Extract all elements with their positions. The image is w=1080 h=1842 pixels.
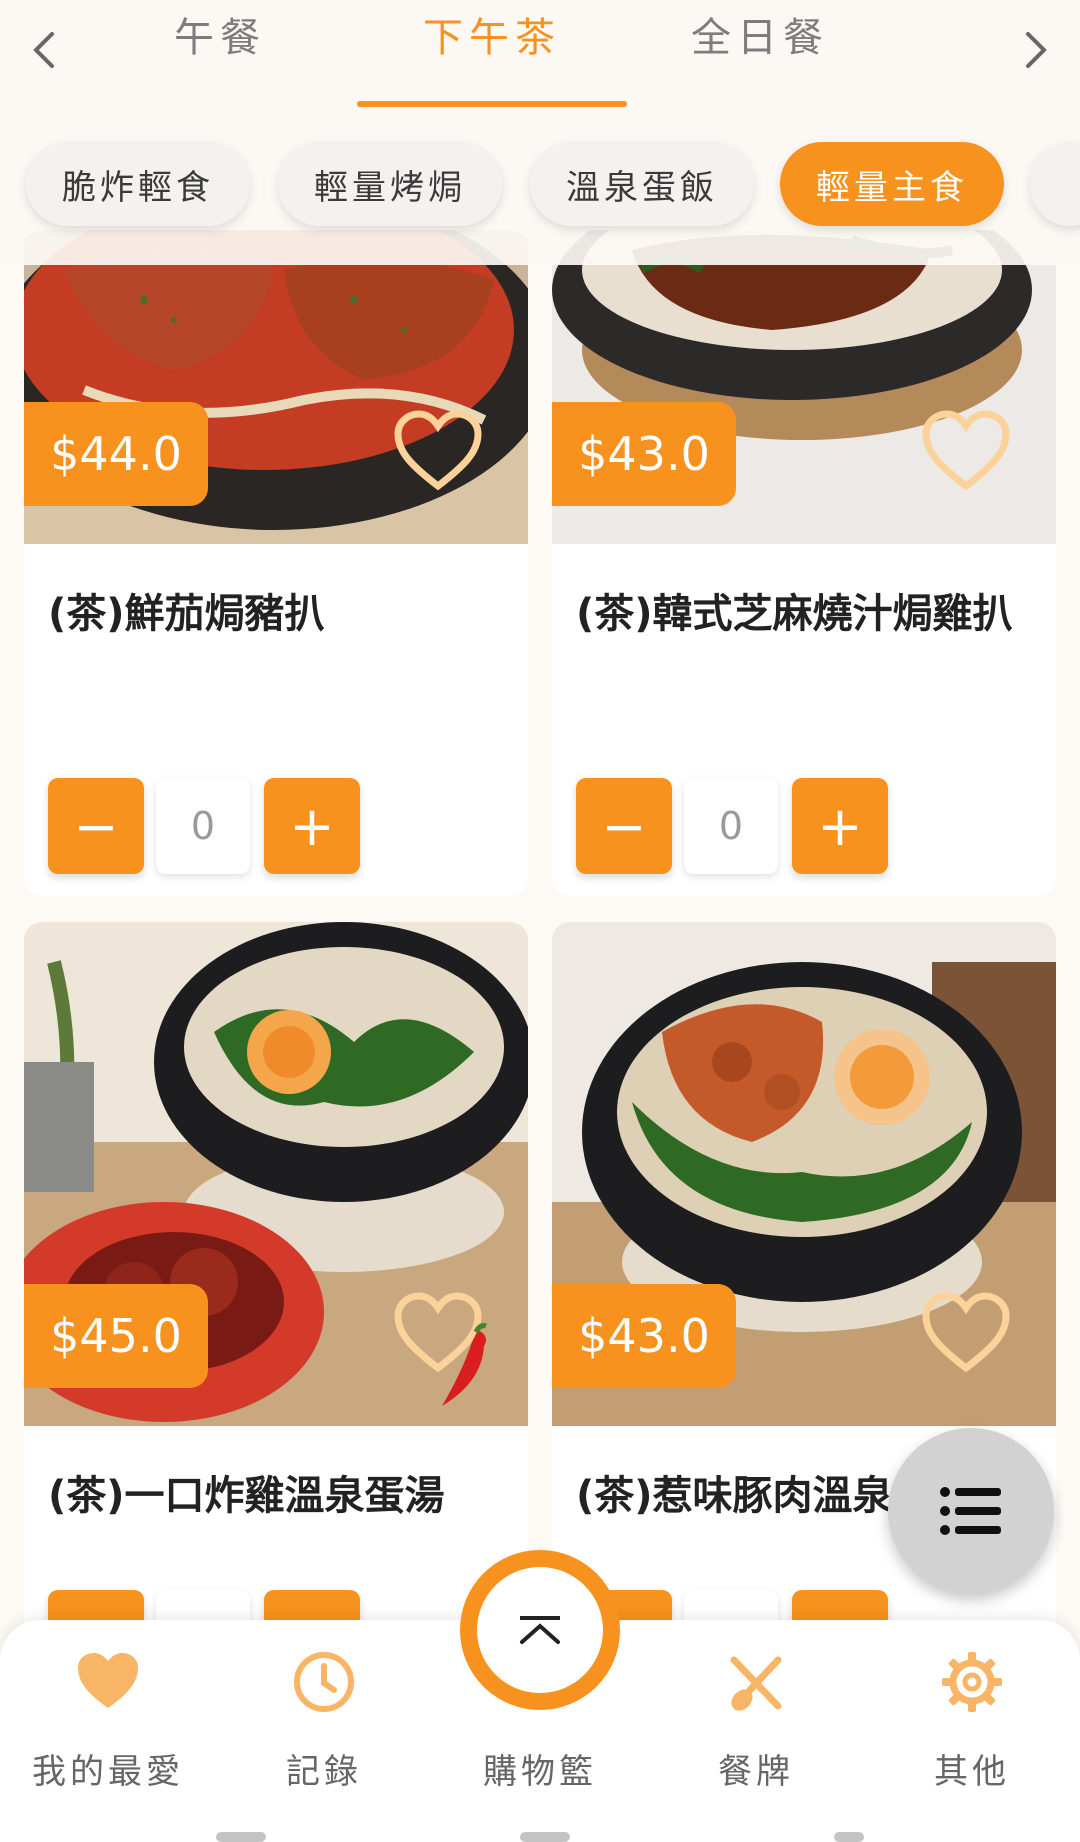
chevron-right-icon[interactable] xyxy=(1016,20,1056,80)
tab-afternoon-tea[interactable]: 下午茶 xyxy=(412,4,572,64)
chevron-left-icon[interactable] xyxy=(24,20,64,80)
menu-item-card[interactable]: $45.0 (茶)一口炸雞溫泉蛋湯 − 0 + xyxy=(24,922,528,1642)
cart-button-inner[interactable] xyxy=(477,1567,603,1693)
chili-icon xyxy=(442,1323,487,1406)
heart-icon xyxy=(78,1653,138,1708)
heart-icon[interactable] xyxy=(392,408,484,492)
price-tag: $43.0 xyxy=(552,1284,736,1388)
nav-label: 購物籃 xyxy=(483,1752,597,1792)
nav-other[interactable]: 其他 xyxy=(882,1650,1062,1800)
menu-item-card[interactable]: $43.0 (茶)韓式芝麻燒汁焗雞扒 − 0 + xyxy=(552,230,1056,896)
nav-label: 餐牌 xyxy=(718,1752,794,1792)
meal-period-tabs: 午餐 下午茶 全日餐 xyxy=(0,0,1080,110)
chip-light-mains[interactable]: 輕量主食 xyxy=(780,142,1004,226)
heart-icon[interactable] xyxy=(920,408,1012,492)
category-chips: 脆炸輕食 輕量烤焗 溫泉蛋飯 輕量主食 xyxy=(0,110,1080,265)
active-tab-indicator xyxy=(357,101,627,107)
price-tag: $44.0 xyxy=(24,402,208,506)
gear-icon xyxy=(942,1652,1002,1712)
price-tag: $43.0 xyxy=(552,402,736,506)
system-home-indicator xyxy=(520,1832,570,1842)
dish-name: (茶)惹味豚肉溫泉蛋湯 xyxy=(576,1473,906,1519)
system-home-indicator xyxy=(216,1832,266,1842)
dish-name: (茶)一口炸雞溫泉蛋湯 xyxy=(48,1473,445,1519)
chip-crispy-snacks[interactable]: 脆炸輕食 xyxy=(26,142,250,226)
nav-history[interactable]: 記錄 xyxy=(234,1650,414,1800)
nav-favorites[interactable]: 我的最愛 xyxy=(18,1650,198,1800)
clock-icon xyxy=(294,1652,354,1712)
quantity-field[interactable]: 0 xyxy=(156,778,250,874)
quantity-field[interactable]: 0 xyxy=(684,778,778,874)
chip-onsen-egg-rice[interactable]: 溫泉蛋飯 xyxy=(530,142,754,226)
fork-spoon-icon xyxy=(730,1656,782,1711)
category-list-button[interactable] xyxy=(888,1428,1054,1594)
nav-menu[interactable]: 餐牌 xyxy=(666,1650,846,1800)
nav-label: 我的最愛 xyxy=(32,1752,184,1792)
chip-more[interactable] xyxy=(1030,142,1080,226)
tab-all-day[interactable]: 全日餐 xyxy=(690,4,830,64)
price-tag: $45.0 xyxy=(24,1284,208,1388)
list-icon xyxy=(940,1487,1001,1535)
chevron-up-icon xyxy=(520,1616,560,1644)
nav-label: 記錄 xyxy=(286,1752,362,1792)
decrease-button[interactable]: − xyxy=(48,778,144,874)
heart-icon[interactable] xyxy=(920,1290,1012,1374)
decrease-button[interactable]: − xyxy=(576,778,672,874)
dish-name: (茶)韓式芝麻燒汁焗雞扒 xyxy=(576,591,1013,637)
dish-name: (茶)鮮茄焗豬扒 xyxy=(48,591,325,637)
nav-label: 其他 xyxy=(934,1752,1010,1792)
chip-light-baked[interactable]: 輕量烤焗 xyxy=(278,142,502,226)
tab-lunch[interactable]: 午餐 xyxy=(160,4,280,64)
increase-button[interactable]: + xyxy=(792,778,888,874)
menu-item-card[interactable]: $44.0 (茶)鮮茄焗豬扒 − 0 + xyxy=(24,230,528,896)
system-home-indicator xyxy=(834,1832,864,1842)
increase-button[interactable]: + xyxy=(264,778,360,874)
